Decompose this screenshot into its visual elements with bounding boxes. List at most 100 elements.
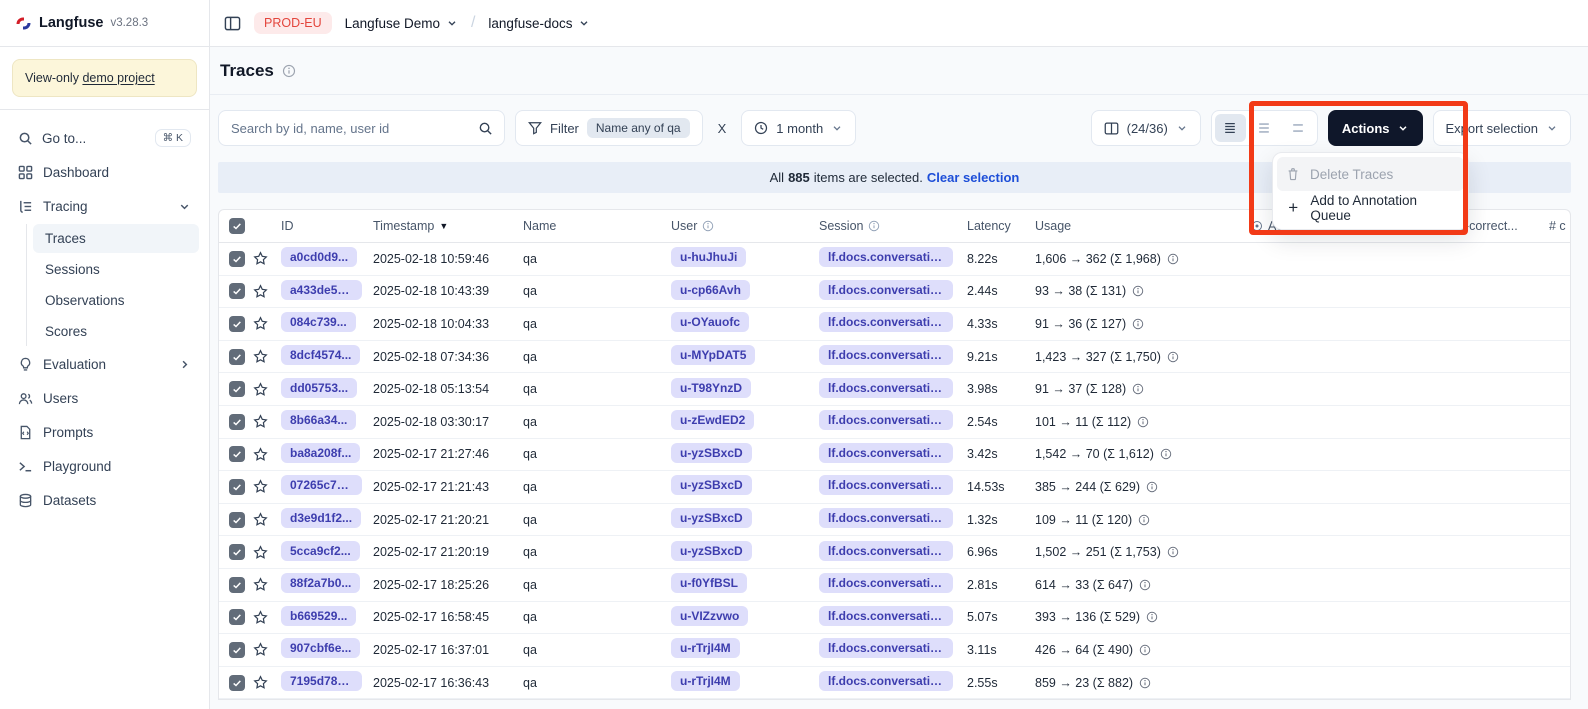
trace-id-badge[interactable]: a433de51... [281,280,362,300]
trace-id-badge[interactable]: 084c739... [281,312,356,332]
user-badge[interactable]: u-yzSBxcD [671,508,752,528]
trace-id-badge[interactable]: 07265c7a... [281,475,362,495]
user-badge[interactable]: u-T98YnzD [671,378,751,398]
export-selection-button[interactable]: Export selection [1433,110,1572,146]
session-badge[interactable]: lf.docs.conversation... [819,280,953,300]
bookmark-star-button[interactable] [253,414,268,429]
info-icon[interactable] [1146,481,1158,493]
sidebar-item-users[interactable]: Users [10,383,199,414]
user-badge[interactable]: u-OYauofc [671,312,749,332]
session-badge[interactable]: lf.docs.conversation... [819,638,953,658]
bookmark-star-button[interactable] [253,675,268,690]
sidebar-toggle-icon[interactable] [224,15,241,32]
header-user[interactable]: User [667,219,815,233]
table-row[interactable]: 084c739... 2025-02-18 10:04:33 qa u-OYau… [219,308,1570,341]
header-timestamp[interactable]: Timestamp▼ [369,219,519,233]
info-icon[interactable] [1160,448,1172,460]
sidebar-item-datasets[interactable]: Datasets [10,485,199,516]
info-icon[interactable] [1167,546,1179,558]
row-checkbox[interactable] [229,283,245,299]
table-row[interactable]: 8dcf4574... 2025-02-18 07:34:36 qa u-MYp… [219,341,1570,374]
session-badge[interactable]: lf.docs.conversation... [819,247,953,267]
filter-button[interactable]: Filter Name any of qa [515,110,703,146]
user-badge[interactable]: u-f0YfBSL [671,573,747,593]
table-row[interactable]: 7195d78e... 2025-02-17 16:36:43 qa u-rTr… [219,667,1570,700]
table-row[interactable]: 07265c7a... 2025-02-17 21:21:43 qa u-yzS… [219,471,1570,504]
trace-id-badge[interactable]: 8dcf4574... [281,345,360,365]
session-badge[interactable]: lf.docs.conversation... [819,541,953,561]
bookmark-star-button[interactable] [253,447,268,462]
session-badge[interactable]: lf.docs.conversation... [819,475,953,495]
trace-id-badge[interactable]: 8b66a34... [281,410,356,430]
menu-item-add-to-annotation-queue[interactable]: + Add to Annotation Queue [1277,191,1464,225]
session-badge[interactable]: lf.docs.conversation... [819,671,953,691]
sidebar-item-sessions[interactable]: Sessions [33,255,199,284]
table-row[interactable]: 5cca9cf2... 2025-02-17 21:20:19 qa u-yzS… [219,536,1570,569]
header-latency[interactable]: Latency [963,219,1031,233]
user-badge[interactable]: u-huJhuJi [671,247,746,267]
info-icon[interactable] [1132,285,1144,297]
session-badge[interactable]: lf.docs.conversation... [819,573,953,593]
trace-id-badge[interactable]: b669529... [281,606,356,626]
session-badge[interactable]: lf.docs.conversation... [819,508,953,528]
session-badge[interactable]: lf.docs.conversation... [819,345,953,365]
session-badge[interactable]: lf.docs.conversation... [819,606,953,626]
user-badge[interactable]: u-rTrjI4M [671,671,740,691]
header-usage[interactable]: Usage [1031,219,1247,233]
row-checkbox[interactable] [229,251,245,267]
info-icon[interactable] [1167,351,1179,363]
search-input[interactable] [219,121,466,136]
select-all-checkbox[interactable] [229,218,245,234]
row-checkbox[interactable] [229,349,245,365]
bookmark-star-button[interactable] [253,316,268,331]
header-score-c[interactable]: # c [1545,219,1570,233]
session-badge[interactable]: lf.docs.conversation... [819,378,953,398]
sidebar-item-tracing[interactable]: Tracing [10,191,199,222]
menu-item-delete-traces[interactable]: Delete Traces [1277,157,1464,191]
bookmark-star-button[interactable] [253,479,268,494]
user-badge[interactable]: u-yzSBxcD [671,475,752,495]
table-row[interactable]: a433de51... 2025-02-18 10:43:39 qa u-cp6… [219,276,1570,309]
trace-id-badge[interactable]: 7195d78e... [281,671,362,691]
info-icon[interactable] [1139,644,1151,656]
table-row[interactable]: ba8a208f... 2025-02-17 21:27:46 qa u-yzS… [219,439,1570,472]
sidebar-item-dashboard[interactable]: Dashboard [10,157,199,188]
trace-id-badge[interactable]: ba8a208f... [281,443,360,463]
row-height-small-button[interactable] [1215,114,1246,142]
bookmark-star-button[interactable] [253,251,268,266]
trace-id-badge[interactable]: dd05753... [281,378,357,398]
row-checkbox[interactable] [229,675,245,691]
header-session[interactable]: Session [815,219,963,233]
bookmark-star-button[interactable] [253,382,268,397]
row-checkbox[interactable] [229,512,245,528]
bookmark-star-button[interactable] [253,284,268,299]
table-row[interactable]: dd05753... 2025-02-18 05:13:54 qa u-T98Y… [219,373,1570,406]
info-icon[interactable] [282,64,296,78]
table-row[interactable]: d3e9d1f2... 2025-02-17 21:20:21 qa u-yzS… [219,504,1570,537]
user-badge[interactable]: u-VIZzvwo [671,606,748,626]
info-icon[interactable] [1138,514,1150,526]
bookmark-star-button[interactable] [253,512,268,527]
table-row[interactable]: 88f2a7b0... 2025-02-17 18:25:26 qa u-f0Y… [219,569,1570,602]
user-badge[interactable]: u-cp66Avh [671,280,750,300]
row-checkbox[interactable] [229,381,245,397]
user-badge[interactable]: u-yzSBxcD [671,443,752,463]
bookmark-star-button[interactable] [253,610,268,625]
actions-button[interactable]: Actions [1328,110,1423,146]
bookmark-star-button[interactable] [253,642,268,657]
bookmark-star-button[interactable] [253,349,268,364]
goto-command-palette[interactable]: Go to... ⌘ K [10,122,199,154]
header-id[interactable]: ID [277,219,369,233]
info-icon[interactable] [1146,611,1158,623]
row-height-large-button[interactable] [1283,114,1314,142]
sidebar-item-observations[interactable]: Observations [33,286,199,315]
row-checkbox[interactable] [229,642,245,658]
row-checkbox[interactable] [229,577,245,593]
bookmark-star-button[interactable] [253,545,268,560]
info-icon[interactable] [1167,253,1179,265]
sidebar-item-prompts[interactable]: Prompts [10,417,199,448]
info-icon[interactable] [1139,677,1151,689]
sidebar-item-scores[interactable]: Scores [33,317,199,346]
table-row[interactable]: 8b66a34... 2025-02-18 03:30:17 qa u-zEwd… [219,406,1570,439]
clear-filter-button[interactable]: X [713,121,732,136]
